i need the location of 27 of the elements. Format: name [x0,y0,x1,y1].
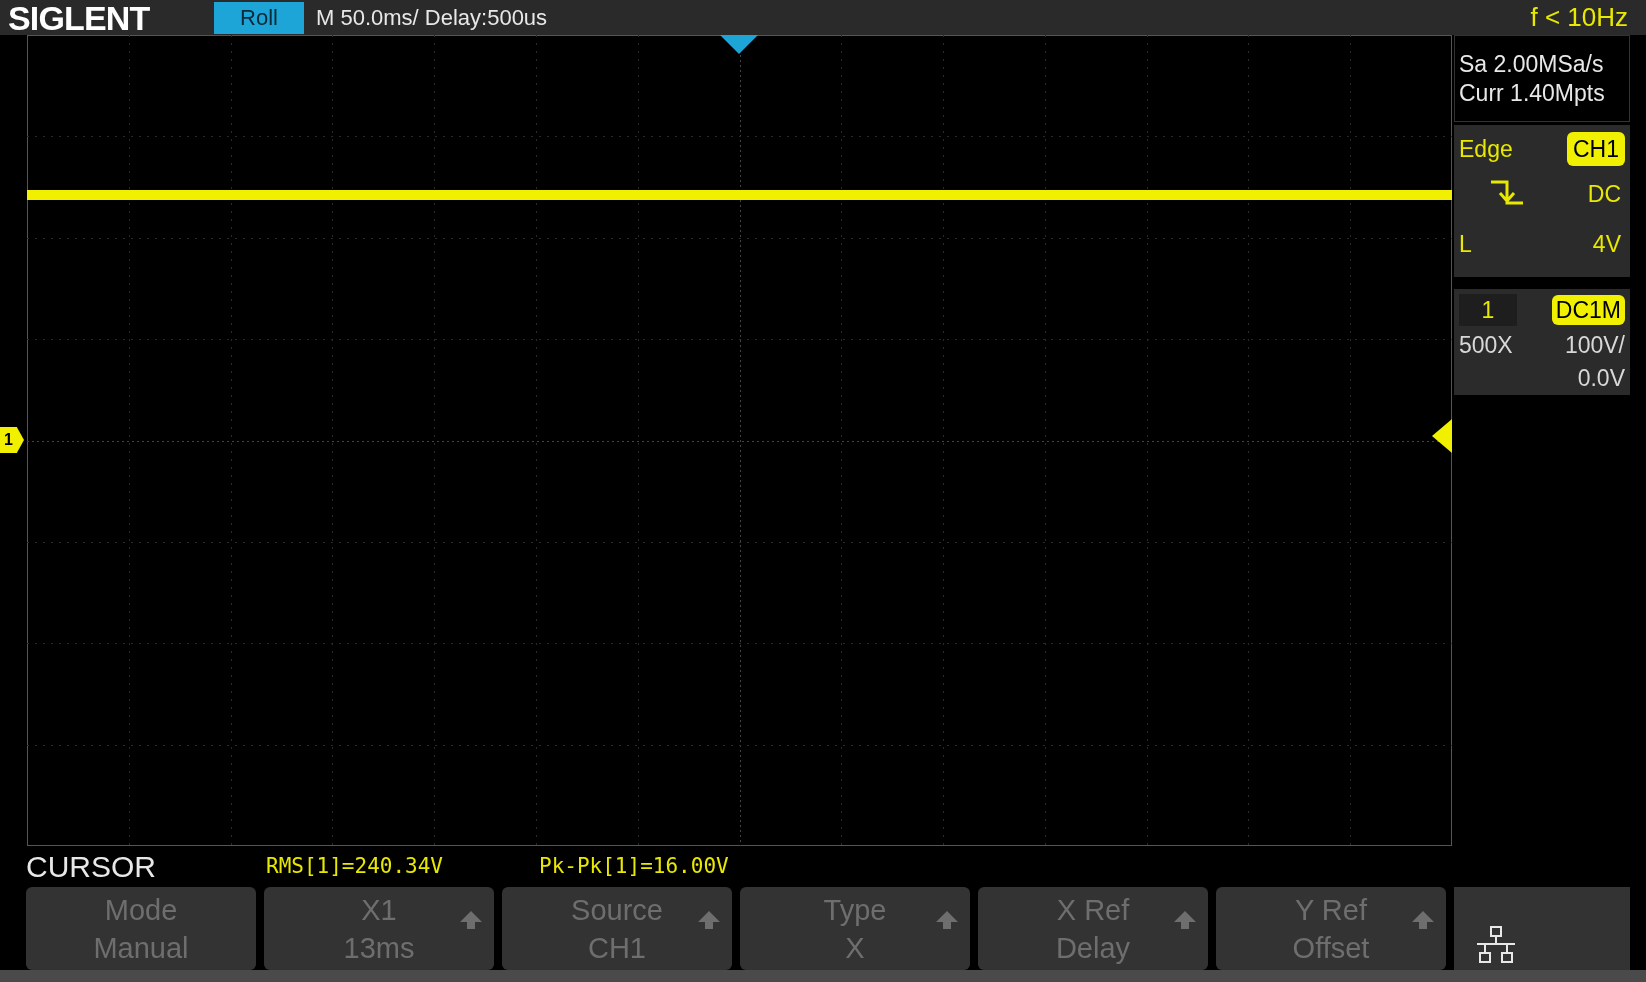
frequency-text: f < 10Hz [1530,1,1628,34]
memory-depth-text: Curr 1.40Mpts [1459,81,1606,105]
trigger-source-badge: CH1 [1567,132,1625,166]
sample-rate-text: Sa 2.00MSa/s [1459,52,1605,76]
softkey-button[interactable]: Type X [740,887,970,970]
vertical-scale-text: 100V/ [1564,330,1625,360]
measurement-text: Pk-Pk[1]=16.00V [539,852,729,880]
softkey-button[interactable]: Source CH1 [502,887,732,970]
softkey-button[interactable]: Mode Manual [26,887,256,970]
channel-coupling-badge: DC1M [1551,295,1625,325]
trigger-level-text: 4V [1592,229,1621,259]
vertical-offset-text: 0.0V [1577,363,1625,393]
measurement-text: RMS[1]=240.34V [266,852,443,880]
softkey-button[interactable]: X1 13ms [264,887,494,970]
trigger-coupling-text: DC [1587,179,1621,209]
trigger-level-marker [1432,419,1452,453]
softkey-button[interactable]: X Ref Delay [978,887,1208,970]
trigger-level-label: L [1459,229,1472,259]
network-icon [1474,926,1518,964]
probe-ratio-text: 500X [1459,330,1513,360]
trigger-type-text: Edge [1459,134,1513,164]
mode-label: Roll [214,1,304,34]
softkey-button[interactable]: Y Ref Offset [1216,887,1446,970]
menu-title: CURSOR [26,851,157,882]
logo: SIGLENT [8,0,151,35]
channel-marker: 1 [0,427,24,453]
timebase-text: M 50.0ms/ Delay:500us [316,4,548,32]
